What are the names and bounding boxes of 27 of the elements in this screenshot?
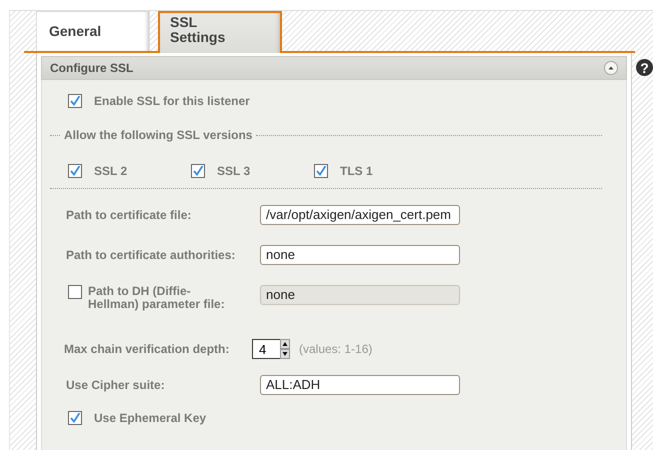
- spinner-arrows-icon[interactable]: [280, 339, 290, 359]
- text-field[interactable]: none: [260, 245, 460, 265]
- checkbox[interactable]: [68, 164, 82, 178]
- checkbox-label: Use Ephemeral Key: [94, 411, 206, 425]
- collapse-icon[interactable]: [604, 61, 618, 75]
- checkbox[interactable]: [191, 164, 205, 178]
- checkbox[interactable]: [68, 94, 82, 108]
- section-legend: Allow the following SSL versions: [64, 128, 252, 142]
- field-label: Path to DH (Diffie-Hellman) parameter file:: [88, 285, 226, 311]
- field-label: Use Cipher suite:: [66, 378, 166, 392]
- checkbox[interactable]: [314, 164, 328, 178]
- field-label: Path to certificate authorities:: [66, 248, 236, 262]
- text-field[interactable]: /var/opt/axigen/axigen_cert.pem: [260, 205, 460, 225]
- text-field[interactable]: ALL:ADH: [260, 375, 460, 395]
- checkbox-label: TLS 1: [340, 164, 373, 178]
- range-hint: (values: 1-16): [299, 342, 372, 356]
- tab[interactable]: SSL Settings: [158, 11, 282, 53]
- field-label: Path to certificate file:: [66, 208, 192, 222]
- help-icon[interactable]: ?: [636, 59, 653, 76]
- number-spinner[interactable]: 4: [252, 339, 290, 359]
- panel-title: Configure SSL: [50, 61, 134, 75]
- checkbox-label: SSL 3: [217, 164, 250, 178]
- tab[interactable]: General: [36, 11, 150, 51]
- checkbox[interactable]: [68, 411, 82, 425]
- checkbox-label: Enable SSL for this listener: [94, 94, 250, 108]
- field-label: Max chain verification depth:: [64, 342, 230, 356]
- checkbox-label: SSL 2: [94, 164, 128, 178]
